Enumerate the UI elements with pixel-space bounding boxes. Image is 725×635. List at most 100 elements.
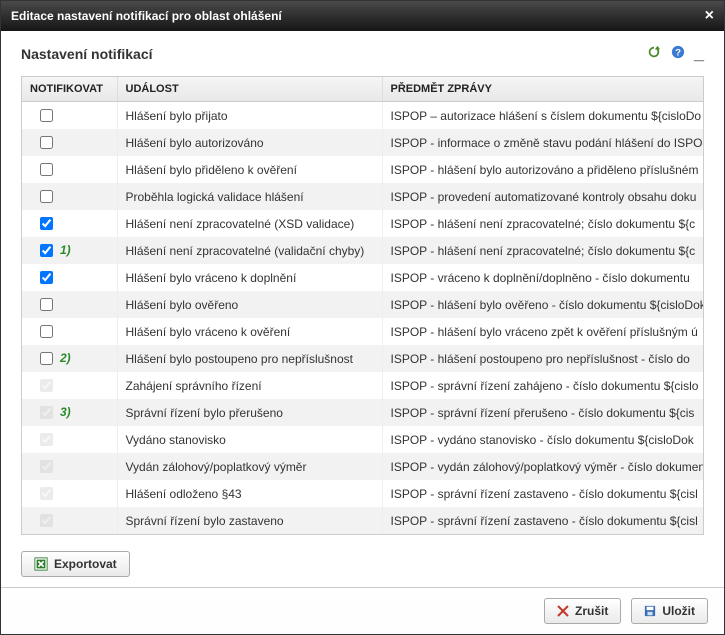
- save-icon: [644, 605, 656, 617]
- cell-notify: [22, 264, 117, 291]
- notify-checkbox: [40, 514, 53, 527]
- cell-subject: ISPOP - hlášení bylo autorizováno a přid…: [382, 156, 703, 183]
- export-button-label: Exportovat: [54, 557, 117, 571]
- notify-checkbox[interactable]: [40, 325, 53, 338]
- table-header-row: NOTIFIKOVAT UDÁLOST PŘEDMĚT ZPRÁVY: [22, 77, 703, 102]
- save-button-label: Uložit: [662, 604, 695, 618]
- cell-subject: ISPOP - vydán zálohový/poplatkový výměr …: [382, 453, 703, 480]
- notify-checkbox: [40, 406, 53, 419]
- cell-notify: [22, 291, 117, 318]
- cell-subject: ISPOP - hlášení není zpracovatelné; čísl…: [382, 237, 703, 264]
- cell-notify: [22, 507, 117, 534]
- notify-checkbox: [40, 433, 53, 446]
- table-row[interactable]: Zahájení správního řízeníISPOP - správní…: [22, 372, 703, 399]
- table-container: NOTIFIKOVAT UDÁLOST PŘEDMĚT ZPRÁVY Hláše…: [21, 76, 704, 535]
- cell-event: Hlášení není zpracovatelné (validační ch…: [117, 237, 382, 264]
- cell-subject: ISPOP - hlášení bylo vráceno zpět k ověř…: [382, 318, 703, 345]
- notify-checkbox[interactable]: [40, 136, 53, 149]
- dialog-titlebar[interactable]: Editace nastavení notifikací pro oblast …: [1, 1, 724, 31]
- table-row[interactable]: Hlášení bylo vráceno k ověřeníISPOP - hl…: [22, 318, 703, 345]
- col-subject[interactable]: PŘEDMĚT ZPRÁVY: [382, 77, 703, 102]
- cell-notify: [22, 156, 117, 183]
- cell-event: Hlášení bylo vráceno k doplnění: [117, 264, 382, 291]
- notify-checkbox: [40, 487, 53, 500]
- table-row[interactable]: Proběhla logická validace hlášeníISPOP -…: [22, 183, 703, 210]
- cell-notify: [22, 480, 117, 507]
- notify-checkbox[interactable]: [40, 352, 53, 365]
- export-icon: [34, 557, 48, 571]
- cell-event: Hlášení bylo postoupeno pro nepříslušnos…: [117, 345, 382, 372]
- table-row[interactable]: 3)Správní řízení bylo přerušenoISPOP - s…: [22, 399, 703, 426]
- cell-notify: [22, 453, 117, 480]
- notify-checkbox[interactable]: [40, 271, 53, 284]
- export-button[interactable]: Exportovat: [21, 551, 130, 577]
- cell-event: Hlášení bylo autorizováno: [117, 129, 382, 156]
- below-table-actions: Exportovat: [21, 545, 704, 577]
- notify-checkbox[interactable]: [40, 217, 53, 230]
- cancel-button-label: Zrušit: [575, 604, 608, 618]
- table-row[interactable]: 1) Hlášení není zpracovatelné (validační …: [22, 237, 703, 264]
- cancel-icon: [557, 605, 569, 617]
- notify-checkbox[interactable]: [40, 109, 53, 122]
- row-annotation: 2): [60, 351, 71, 365]
- svg-text:?: ?: [675, 48, 681, 59]
- dialog: Editace nastavení notifikací pro oblast …: [0, 0, 725, 635]
- cell-notify: [22, 318, 117, 345]
- notify-checkbox[interactable]: [40, 163, 53, 176]
- cell-subject: ISPOP - správní řízení zastaveno - číslo…: [382, 480, 703, 507]
- notify-checkbox[interactable]: [40, 244, 53, 257]
- cell-event: Správní řízení bylo zastaveno: [117, 507, 382, 534]
- col-event[interactable]: UDÁLOST: [117, 77, 382, 102]
- cell-subject: ISPOP - informace o změně stavu podání h…: [382, 129, 703, 156]
- panel-title: Nastavení notifikací: [21, 46, 153, 62]
- cell-notify: [22, 372, 117, 399]
- cell-event: Hlášení bylo vráceno k ověření: [117, 318, 382, 345]
- cell-notify: [22, 210, 117, 237]
- panel-header: Nastavení notifikací ? _: [21, 45, 704, 62]
- table-row[interactable]: Hlášení odloženo §43ISPOP - správní říze…: [22, 480, 703, 507]
- notify-checkbox: [40, 379, 53, 392]
- table-row[interactable]: Hlášení bylo autorizovánoISPOP - informa…: [22, 129, 703, 156]
- notify-checkbox[interactable]: [40, 298, 53, 311]
- cell-subject: ISPOP - hlášení postoupeno pro nepřísluš…: [382, 345, 703, 372]
- panel-actions: ? _: [641, 45, 704, 62]
- minimize-icon[interactable]: _: [694, 49, 704, 57]
- cell-event: Správní řízení bylo přerušeno: [117, 399, 382, 426]
- table-row[interactable]: 2) Hlášení bylo postoupeno pro nepříslušn…: [22, 345, 703, 372]
- cell-event: Hlášení odloženo §43: [117, 480, 382, 507]
- table-row[interactable]: Vydán zálohový/poplatkový výměrISPOP - v…: [22, 453, 703, 480]
- table-row[interactable]: Hlášení bylo přiděleno k ověřeníISPOP - …: [22, 156, 703, 183]
- cell-event: Hlášení bylo přiděleno k ověření: [117, 156, 382, 183]
- table-row[interactable]: Vydáno stanoviskoISPOP - vydáno stanovis…: [22, 426, 703, 453]
- save-button[interactable]: Uložit: [631, 598, 708, 624]
- table-row[interactable]: Hlášení bylo přijatoISPOP – autorizace h…: [22, 102, 703, 130]
- table-row[interactable]: Hlášení bylo ověřenoISPOP - hlášení bylo…: [22, 291, 703, 318]
- cell-event: Vydán zálohový/poplatkový výměr: [117, 453, 382, 480]
- cell-event: Zahájení správního řízení: [117, 372, 382, 399]
- cell-notify: [22, 183, 117, 210]
- help-icon[interactable]: ?: [671, 45, 685, 59]
- table-row[interactable]: Správní řízení bylo zastavenoISPOP - spr…: [22, 507, 703, 534]
- table-row[interactable]: Hlášení bylo vráceno k doplněníISPOP - v…: [22, 264, 703, 291]
- col-notify[interactable]: NOTIFIKOVAT: [22, 77, 117, 102]
- cancel-button[interactable]: Zrušit: [544, 598, 621, 624]
- refresh-icon[interactable]: [647, 45, 661, 59]
- notify-checkbox[interactable]: [40, 190, 53, 203]
- row-annotation: 3): [60, 405, 71, 419]
- cell-notify: 3): [22, 399, 117, 426]
- cell-notify: [22, 129, 117, 156]
- cell-subject: ISPOP – autorizace hlášení s číslem doku…: [382, 102, 703, 130]
- cell-subject: ISPOP - správní řízení zastaveno - číslo…: [382, 507, 703, 534]
- cell-subject: ISPOP - vydáno stanovisko - číslo dokume…: [382, 426, 703, 453]
- close-icon[interactable]: ×: [705, 7, 714, 25]
- cell-notify: 2): [22, 345, 117, 372]
- cell-subject: ISPOP - hlášení není zpracovatelné; čísl…: [382, 210, 703, 237]
- dialog-footer: Zrušit Uložit: [1, 587, 724, 634]
- cell-notify: [22, 102, 117, 130]
- table-row[interactable]: Hlášení není zpracovatelné (XSD validace…: [22, 210, 703, 237]
- col-subject-label: PŘEDMĚT ZPRÁVY: [391, 83, 492, 95]
- cell-notify: [22, 426, 117, 453]
- row-annotation: 1): [60, 243, 71, 257]
- cell-subject: ISPOP - hlášení bylo ověřeno - číslo dok…: [382, 291, 703, 318]
- table-scroll[interactable]: NOTIFIKOVAT UDÁLOST PŘEDMĚT ZPRÁVY Hláše…: [22, 77, 703, 534]
